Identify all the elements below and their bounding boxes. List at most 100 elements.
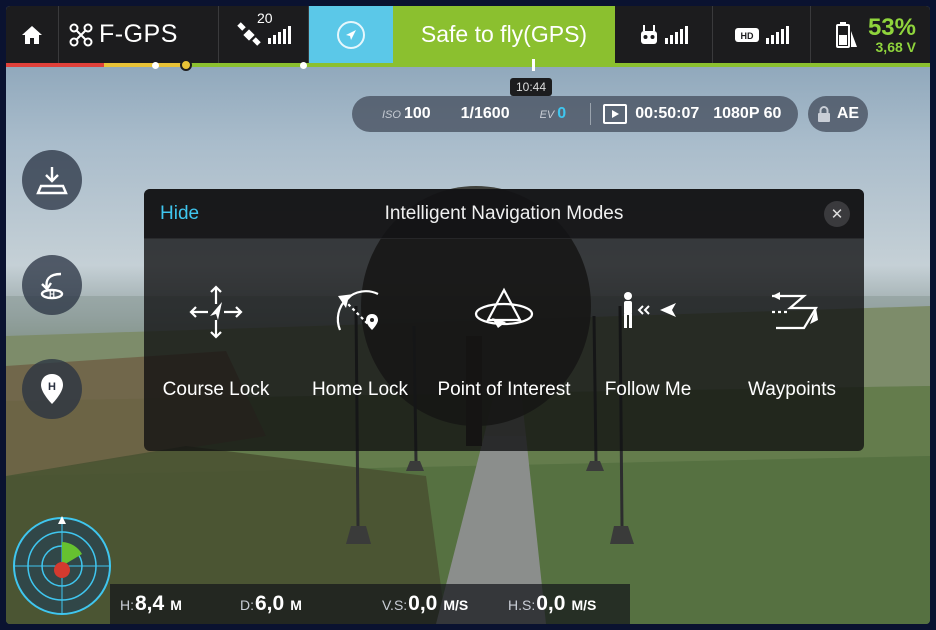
intelligent-navigation-modal: Hide Intelligent Navigation Modes ✕ Cour… xyxy=(144,189,864,451)
horizontal-speed-value: 0,0 xyxy=(536,592,566,615)
timeline-current-marker xyxy=(532,59,535,71)
battery-voltage: 3,68 V xyxy=(875,38,916,55)
distance-unit: M xyxy=(290,597,302,613)
home-icon xyxy=(22,25,42,44)
app-frame: F-GPS 20 Safe to fly(GPS) HD 53% 3,68 V … xyxy=(6,6,930,624)
ae-lock-button[interactable]: AE xyxy=(808,96,868,132)
ae-label: AE xyxy=(836,105,860,122)
battery-status[interactable]: 53% 3,68 V xyxy=(811,6,930,63)
lock-icon xyxy=(817,106,830,122)
remote-signal[interactable] xyxy=(615,6,713,63)
drone-icon xyxy=(69,23,93,46)
horizontal-speed-label: H.S: xyxy=(508,597,536,613)
flight-status-text: Safe to fly(GPS) xyxy=(420,21,588,47)
remote-controller-icon xyxy=(641,24,657,44)
timeline-marker xyxy=(300,62,307,69)
modes-list: Course Lock Home Lock Point of Interest … xyxy=(144,239,864,451)
close-button[interactable]: ✕ xyxy=(824,201,850,227)
horizontal-speed-readout: H.S: 0,0 M/S xyxy=(508,592,596,616)
close-icon: ✕ xyxy=(830,206,844,223)
gps-signal-bars xyxy=(268,25,291,44)
video-signal[interactable]: HD xyxy=(713,6,811,63)
iso-label: ISO xyxy=(382,109,401,121)
auto-takeoff-button[interactable] xyxy=(22,150,82,210)
attitude-radar[interactable] xyxy=(10,514,114,618)
point-of-interest-icon xyxy=(469,277,539,347)
follow-me-icon xyxy=(613,277,683,347)
timeline-home-marker xyxy=(180,59,192,71)
home-lock-icon xyxy=(325,277,395,347)
satellite-count: 20 xyxy=(257,10,273,26)
return-to-home-button[interactable]: H xyxy=(22,255,82,315)
recording-icon xyxy=(603,104,628,124)
vertical-speed-value: 0,0 xyxy=(408,592,438,615)
mode-label: Home Lock xyxy=(311,379,409,400)
horizontal-speed-unit: M/S xyxy=(571,597,597,613)
timeline-ok-segment xyxy=(186,63,930,67)
video-resolution: 1080P 60 xyxy=(713,105,782,122)
height-unit: M xyxy=(170,597,182,613)
gps-status[interactable]: 20 xyxy=(219,6,309,63)
takeoff-icon xyxy=(36,167,68,195)
divider xyxy=(590,103,592,125)
height-readout: H: 8,4 M xyxy=(120,592,182,616)
mode-follow-me[interactable]: Follow Me xyxy=(576,239,720,451)
flight-mode-indicator[interactable]: F-GPS xyxy=(59,6,219,63)
iso-value: 100 xyxy=(403,105,431,122)
mode-label: Follow Me xyxy=(604,379,692,400)
battery-icon xyxy=(835,21,857,48)
mode-label: Waypoints xyxy=(748,379,836,400)
hd-signal-bars xyxy=(766,25,789,44)
camera-settings-bar[interactable]: ISO 100 1/1600 EV 0 00:50:07 1080P 60 xyxy=(352,96,798,132)
svg-text:H: H xyxy=(49,290,55,299)
home-button[interactable] xyxy=(6,6,59,63)
hide-button[interactable]: Hide xyxy=(160,203,199,225)
battery-timeline xyxy=(6,59,930,71)
return-home-icon: H xyxy=(40,272,64,300)
ev-value: 0 xyxy=(557,105,567,122)
hd-signal-icon: HD xyxy=(735,27,759,42)
modal-header: Hide Intelligent Navigation Modes ✕ xyxy=(144,189,864,239)
home-point-icon: H xyxy=(41,374,63,404)
ev-label: EV xyxy=(539,109,555,121)
flight-status[interactable]: Safe to fly(GPS) xyxy=(393,6,615,63)
radar-icon xyxy=(13,516,111,615)
timeline-marker xyxy=(152,62,159,69)
battery-readout: 53% 3,68 V xyxy=(867,13,916,55)
mode-point-of-interest[interactable]: Point of Interest xyxy=(432,239,576,451)
mode-course-lock[interactable]: Course Lock xyxy=(144,239,288,451)
distance-label: D: xyxy=(240,597,254,613)
height-label: H: xyxy=(120,597,134,613)
compass-icon xyxy=(337,20,365,49)
vertical-speed-readout: V.S: 0,0 M/S xyxy=(382,592,468,616)
remaining-flight-time: 10:44 xyxy=(510,78,553,96)
distance-value: 6,0 xyxy=(255,592,285,615)
timeline-critical-segment xyxy=(6,63,104,67)
recording-info[interactable]: 00:50:07 1080P 60 xyxy=(603,104,781,124)
telemetry-bar: H: 8,4 M D: 6,0 M V.S: 0,0 M/S H.S: 0,0 … xyxy=(110,584,630,624)
vertical-speed-label: V.S: xyxy=(382,597,408,613)
recording-time: 00:50:07 xyxy=(635,105,700,122)
modal-title: Intelligent Navigation Modes xyxy=(384,202,624,224)
flight-mode-text: F-GPS xyxy=(99,20,178,48)
navigation-mode-button[interactable] xyxy=(309,6,393,63)
mode-label: Course Lock xyxy=(162,379,270,400)
svg-text:H: H xyxy=(48,381,56,393)
course-lock-icon xyxy=(181,277,251,347)
mode-home-lock[interactable]: Home Lock xyxy=(288,239,432,451)
mode-waypoints[interactable]: Waypoints xyxy=(720,239,864,451)
ev-setting[interactable]: EV 0 xyxy=(540,105,567,123)
timeline-low-segment xyxy=(104,63,186,67)
iso-setting[interactable]: ISO 100 xyxy=(382,105,431,123)
svg-text:HD: HD xyxy=(741,31,754,41)
top-status-bar: F-GPS 20 Safe to fly(GPS) HD 53% 3,68 V xyxy=(6,6,930,63)
home-point-button[interactable]: H xyxy=(22,359,82,419)
mode-label: Point of Interest xyxy=(437,379,571,400)
vertical-speed-unit: M/S xyxy=(443,597,469,613)
distance-readout: D: 6,0 M xyxy=(240,592,302,616)
rc-signal-bars xyxy=(665,25,688,44)
waypoints-icon xyxy=(757,277,827,347)
battery-percent: 53% xyxy=(867,13,916,41)
height-value: 8,4 xyxy=(135,592,165,615)
shutter-setting[interactable]: 1/1600 xyxy=(461,105,510,123)
